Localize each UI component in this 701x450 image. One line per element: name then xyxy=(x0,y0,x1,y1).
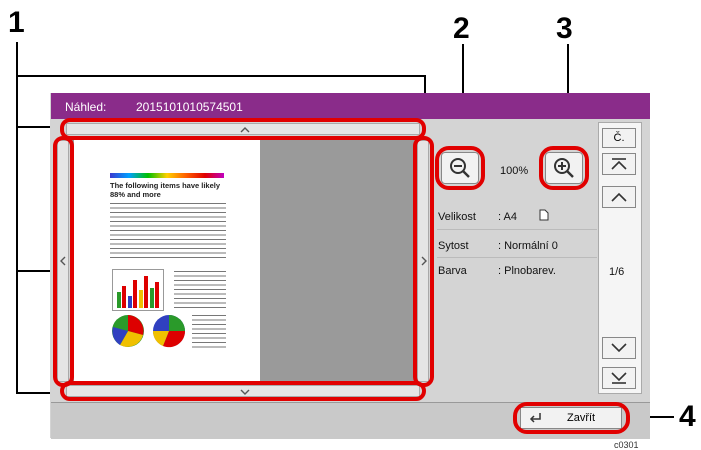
text-block-2 xyxy=(174,271,226,309)
highlight-close xyxy=(513,402,630,434)
highlight-bottom-scrollbar xyxy=(60,381,426,401)
page-up-button[interactable] xyxy=(602,186,636,208)
pie-graphic-1 xyxy=(112,315,144,347)
text-block-1 xyxy=(110,203,226,259)
callout-2: 2 xyxy=(453,12,470,45)
highlight-zoom-in xyxy=(539,146,589,190)
bar-chart-graphic xyxy=(117,276,159,308)
highlight-zoom-out xyxy=(435,146,485,190)
zoom-level: 100% xyxy=(500,165,529,177)
page-up-icon xyxy=(611,192,627,202)
highlight-left-scrollbar xyxy=(53,136,74,387)
callout-4: 4 xyxy=(679,400,696,433)
page-down-icon xyxy=(611,343,627,353)
pie-chart-thumbnail-2 xyxy=(151,313,187,349)
first-page-icon xyxy=(611,158,627,170)
info-size-value: : A4 xyxy=(498,211,517,223)
last-page-button[interactable] xyxy=(602,367,636,389)
callout-1: 1 xyxy=(8,6,25,39)
info-density-value: : Normální 0 xyxy=(498,240,558,252)
preview-area[interactable]: The following items have likely 88% and … xyxy=(72,137,415,383)
figure-caption: c0301 xyxy=(614,440,639,450)
portrait-page-icon xyxy=(539,209,549,221)
info-color-value: : Plnobarev. xyxy=(498,265,556,277)
title-label: Náhled: xyxy=(65,100,107,114)
pie-chart-thumbnail-1 xyxy=(110,313,146,349)
leader-line-1-top xyxy=(16,75,426,77)
rainbow-bar xyxy=(110,173,224,178)
page-indicator: 1/6 xyxy=(609,266,625,278)
last-page-icon xyxy=(611,372,627,384)
text-block-3 xyxy=(192,315,226,349)
highlight-right-scrollbar xyxy=(413,136,434,387)
title-bar: Náhled: 2015101010574501 xyxy=(51,93,650,119)
page-number-button[interactable]: Č. xyxy=(602,128,636,148)
page-down-button[interactable] xyxy=(602,337,636,359)
info-color-key: Barva xyxy=(438,265,467,277)
first-page-button[interactable] xyxy=(602,153,636,175)
bar-chart-thumbnail xyxy=(112,269,164,311)
highlight-top-scrollbar xyxy=(60,118,426,140)
pie-graphic-2 xyxy=(152,315,186,348)
title-filename: 2015101010574501 xyxy=(136,100,243,114)
document-page: The following items have likely 88% and … xyxy=(74,139,260,381)
document-heading: The following items have likely 88% and … xyxy=(110,181,221,199)
leader-line-1-vertical xyxy=(16,42,18,394)
leader-line-1-left xyxy=(16,270,54,272)
info-size-key: Velikost xyxy=(438,211,476,223)
callout-3: 3 xyxy=(556,12,573,45)
info-density-key: Sytost xyxy=(438,240,469,252)
info-separator-1 xyxy=(437,229,597,230)
info-separator-2 xyxy=(437,257,597,258)
